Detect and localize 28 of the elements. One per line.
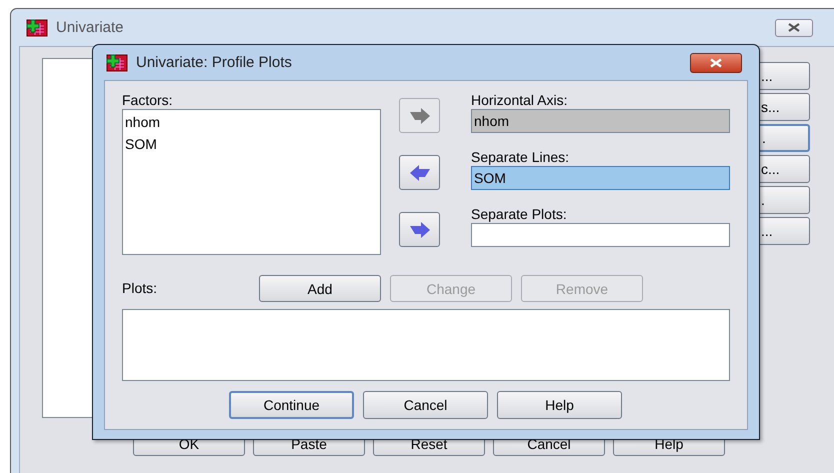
dialog-button[interactable]: Help xyxy=(497,391,622,419)
plots-list[interactable] xyxy=(122,309,730,381)
dialog-button[interactable]: Continue xyxy=(229,391,354,419)
factors-list[interactable]: nhom SOM xyxy=(122,109,381,255)
app-icon xyxy=(106,54,128,72)
variable-field[interactable] xyxy=(471,223,730,247)
dialog-title: Univariate: Profile Plots xyxy=(136,54,292,71)
window-title: Univariate xyxy=(56,19,124,36)
factors-label: Factors: xyxy=(122,92,174,109)
field-label: Separate Lines: xyxy=(471,149,570,166)
right-arrow-icon xyxy=(408,108,430,124)
move-button[interactable] xyxy=(399,155,440,190)
close-button[interactable] xyxy=(775,18,813,36)
app-icon xyxy=(26,18,48,36)
close-button[interactable] xyxy=(690,52,742,72)
variable-field[interactable]: SOM xyxy=(471,166,730,190)
field-label: Horizontal Axis: xyxy=(471,92,568,109)
plots-label: Plots: xyxy=(122,280,158,297)
close-icon xyxy=(787,23,801,32)
dialog-button[interactable]: Add xyxy=(259,275,381,302)
move-button[interactable] xyxy=(399,212,440,247)
dialog-button[interactable]: Cancel xyxy=(363,391,488,419)
right-arrow-icon xyxy=(408,222,430,238)
field-label: Separate Plots: xyxy=(471,206,568,223)
close-icon xyxy=(708,58,724,68)
left-arrow-icon xyxy=(408,164,430,180)
list-item[interactable]: nhom xyxy=(125,111,378,133)
list-item[interactable]: SOM xyxy=(125,133,378,155)
